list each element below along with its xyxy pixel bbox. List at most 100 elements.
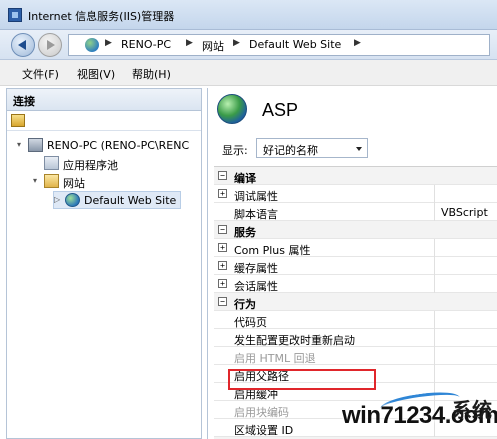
chevron-right-icon: ▶ [354, 38, 361, 48]
watermark-logo: win71234.com 系统 [332, 388, 497, 439]
back-arrow-icon [18, 40, 26, 50]
tree-item-label: Default Web Site [84, 194, 177, 207]
grid-row[interactable]: 代码页 [214, 311, 497, 329]
breadcrumb-item-sites[interactable]: 网站 [202, 38, 224, 54]
connections-pane: 连接 ▾ RENO-PC (RENO-PC\RENC 应用程序池 ▾ 网站 ▷ … [6, 88, 202, 439]
tree-item-label: 应用程序池 [63, 159, 118, 172]
breadcrumb-item-default-web-site[interactable]: Default Web Site [249, 38, 341, 51]
connections-toolbar [7, 111, 201, 131]
collapse-icon[interactable]: − [218, 225, 227, 234]
grid-row[interactable]: + Com Plus 属性 [214, 239, 497, 257]
page-title: ASP [262, 100, 299, 120]
display-mode-value: 好记的名称 [263, 144, 318, 157]
address-bar: ▶ RENO-PC ▶ 网站 ▶ Default Web Site ▶ [0, 30, 497, 60]
grid-row-label: 行为 [234, 298, 256, 311]
tree-item-label: 网站 [63, 177, 85, 190]
grid-name-cell: 脚本语言 [214, 203, 434, 221]
expand-icon[interactable]: + [218, 261, 227, 270]
grid-row[interactable]: − 行为 [214, 293, 497, 311]
grid-value-cell[interactable] [434, 329, 497, 347]
grid-value-cell[interactable] [434, 257, 497, 275]
connections-title: 连接 [13, 95, 35, 108]
grid-row-label: 区域设置 ID [234, 424, 294, 437]
tree-item-server[interactable]: ▾ RENO-PC (RENO-PC\RENC [17, 137, 199, 155]
grid-row-label: 脚本语言 [234, 208, 278, 221]
grid-row-label: Com Plus 属性 [234, 244, 311, 257]
grid-name-cell: − 编译 [214, 167, 434, 185]
grid-row-label: 会话属性 [234, 280, 278, 293]
feature-pane: ASP 显示: 好记的名称 − 编译 + 调试属性 脚本语言 VBScript − 服务 + Co… [207, 88, 497, 439]
grid-value-cell[interactable] [434, 311, 497, 329]
grid-row[interactable]: − 编译 [214, 167, 497, 185]
server-icon [28, 138, 43, 152]
grid-row-label: 编译 [234, 172, 256, 185]
breadcrumb[interactable]: ▶ RENO-PC ▶ 网站 ▶ Default Web Site ▶ [68, 34, 490, 56]
watermark-cn: 系统 [452, 400, 492, 422]
grid-row[interactable]: 脚本语言 VBScript [214, 203, 497, 221]
tree-item-default-web-site[interactable]: ▷ Default Web Site [53, 191, 181, 209]
iis-app-icon [8, 8, 22, 22]
chevron-down-icon [356, 147, 362, 151]
collapse-icon[interactable]: − [218, 171, 227, 180]
window-title: Internet 信息服务(IIS)管理器 [28, 10, 175, 23]
grid-row-label: 调试属性 [234, 190, 278, 203]
grid-row[interactable]: 启用 HTML 回退 [214, 347, 497, 365]
grid-row[interactable]: − 服务 [214, 221, 497, 239]
display-mode-select[interactable]: 好记的名称 [256, 138, 368, 158]
menu-help[interactable]: 帮助(H) [132, 66, 171, 82]
grid-name-cell: 发生配置更改时重新启动 [214, 329, 434, 347]
grid-name-cell: + 缓存属性 [214, 257, 434, 275]
expand-icon[interactable]: + [218, 243, 227, 252]
grid-row-label: 缓存属性 [234, 262, 278, 275]
grid-name-cell: + 调试属性 [214, 185, 434, 203]
expand-icon[interactable]: ▷ [54, 195, 63, 204]
grid-row[interactable]: + 会话属性 [214, 275, 497, 293]
chevron-right-icon: ▶ [105, 38, 112, 48]
grid-value-cell[interactable] [434, 185, 497, 203]
highlight-annotation [228, 369, 376, 390]
forward-arrow-icon [47, 40, 55, 50]
menu-view[interactable]: 视图(V) [77, 66, 115, 82]
grid-value-cell[interactable] [434, 365, 497, 383]
grid-value-cell[interactable] [434, 275, 497, 293]
grid-name-cell: + 会话属性 [214, 275, 434, 293]
app-pool-icon [44, 156, 59, 170]
grid-row-label: 服务 [234, 226, 256, 239]
grid-row[interactable]: + 调试属性 [214, 185, 497, 203]
grid-row[interactable]: + 缓存属性 [214, 257, 497, 275]
expand-icon[interactable]: ▾ [33, 176, 42, 185]
grid-name-cell: − 行为 [214, 293, 434, 311]
grid-value-cell[interactable]: VBScript [434, 203, 497, 221]
title-bar: Internet 信息服务(IIS)管理器 [0, 0, 497, 30]
chevron-right-icon: ▶ [233, 38, 240, 48]
grid-row-label: 代码页 [234, 316, 267, 329]
expand-icon[interactable]: + [218, 279, 227, 288]
collapse-icon[interactable]: − [218, 297, 227, 306]
asp-globe-icon [217, 94, 247, 124]
forward-button[interactable] [38, 33, 62, 57]
display-label: 显示: [222, 144, 248, 157]
expand-icon[interactable]: ▾ [17, 140, 26, 149]
back-button[interactable] [11, 33, 35, 57]
globe-icon [65, 193, 80, 207]
tree-item-sites[interactable]: ▾ 网站 [33, 173, 199, 191]
grid-row-label: 启用块编码 [234, 406, 289, 419]
grid-value-cell[interactable] [434, 239, 497, 257]
breadcrumb-item-server[interactable]: RENO-PC [121, 38, 171, 51]
tree-item-label: RENO-PC (RENO-PC\RENC [47, 139, 190, 152]
menu-bar: 文件(F) 视图(V) 帮助(H) [0, 60, 497, 86]
new-connection-icon[interactable] [11, 114, 25, 127]
grid-name-cell: 启用 HTML 回退 [214, 347, 434, 365]
grid-name-cell: + Com Plus 属性 [214, 239, 434, 257]
expand-icon[interactable]: + [218, 189, 227, 198]
menu-file[interactable]: 文件(F) [22, 66, 59, 82]
grid-value-cell[interactable] [434, 347, 497, 365]
grid-row-label: 发生配置更改时重新启动 [234, 334, 355, 347]
chevron-right-icon: ▶ [186, 38, 193, 48]
grid-row[interactable]: 发生配置更改时重新启动 [214, 329, 497, 347]
connections-header: 连接 [7, 89, 201, 111]
grid-name-cell: 代码页 [214, 311, 434, 329]
globe-icon [85, 38, 99, 52]
tree-item-app-pools[interactable]: 应用程序池 [33, 155, 199, 173]
grid-row-label: 启用 HTML 回退 [234, 352, 316, 365]
